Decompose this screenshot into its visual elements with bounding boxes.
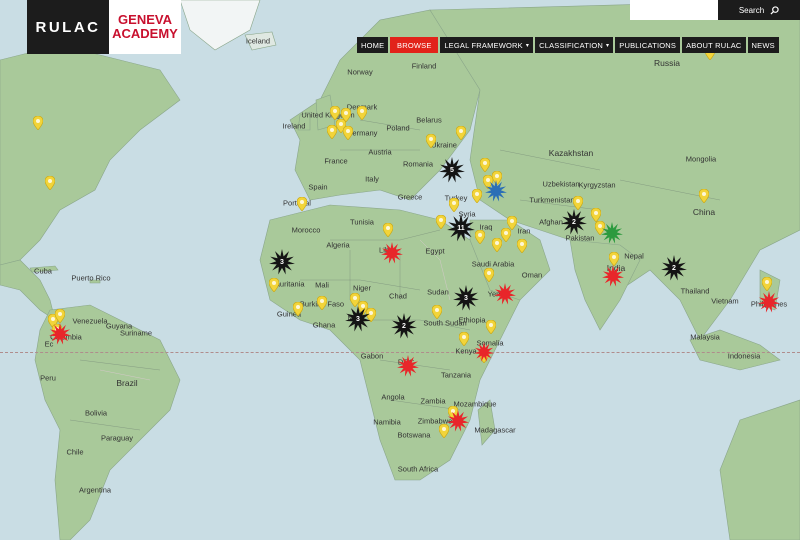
conflict-burst-icon[interactable] — [378, 239, 406, 267]
location-pin-icon[interactable] — [269, 278, 279, 292]
location-pin-icon[interactable] — [383, 223, 393, 237]
location-pin-icon[interactable] — [343, 126, 353, 140]
nav-publications[interactable]: PUBLICATIONS — [615, 37, 681, 53]
location-pin-icon[interactable] — [492, 238, 502, 252]
nav-legal-framework[interactable]: LEGAL FRAMEWORK ▾ — [440, 37, 534, 53]
conflict-burst-icon[interactable] — [598, 219, 626, 247]
nav-home-label: HOME — [361, 40, 385, 50]
conflict-burst-icon[interactable]: 3 — [344, 305, 372, 333]
conflict-burst-icon[interactable]: 3 — [452, 284, 480, 312]
location-pin-icon[interactable] — [517, 239, 527, 253]
location-pin-icon[interactable] — [45, 176, 55, 190]
search-icon — [770, 5, 779, 15]
location-pin-icon[interactable] — [330, 106, 340, 120]
conflict-count: 2 — [572, 218, 576, 226]
partner-line-2: ACADEMY — [112, 26, 178, 41]
nav-legal-framework-label: LEGAL FRAMEWORK — [444, 40, 523, 50]
nav-home[interactable]: HOME — [357, 37, 389, 53]
location-pin-icon[interactable] — [432, 305, 442, 319]
conflict-count: 2 — [672, 264, 676, 272]
conflict-burst-icon[interactable] — [482, 177, 510, 205]
geneva-academy-logo[interactable]: GENEVA ACADEMY — [109, 0, 181, 54]
conflict-burst-icon[interactable] — [470, 338, 498, 366]
conflict-count: 5 — [450, 166, 454, 174]
conflict-burst-icon[interactable]: 2 — [390, 312, 418, 340]
location-pin-icon[interactable] — [449, 198, 459, 212]
search-button[interactable]: Search — [718, 0, 800, 20]
location-pin-icon[interactable] — [480, 158, 490, 172]
main-nav: HOME BROWSE LEGAL FRAMEWORK ▾ CLASSIFICAT… — [357, 37, 779, 53]
conflict-count: 3 — [464, 294, 468, 302]
location-pin-icon[interactable] — [317, 296, 327, 310]
conflict-count: 3 — [280, 258, 284, 266]
location-pin-icon[interactable] — [456, 126, 466, 140]
conflict-burst-icon[interactable] — [755, 288, 783, 316]
location-pin-icon[interactable] — [436, 215, 446, 229]
location-pin-icon[interactable] — [293, 302, 303, 316]
conflict-count: 11 — [457, 224, 465, 232]
nav-news-label: NEWS — [751, 40, 775, 50]
location-pin-icon[interactable] — [501, 228, 511, 242]
nav-browse-label: BROWSE — [397, 40, 432, 50]
search-input[interactable] — [630, 0, 718, 20]
location-pin-icon[interactable] — [472, 189, 482, 203]
conflict-burst-icon[interactable] — [491, 280, 519, 308]
conflict-burst-icon[interactable] — [46, 320, 74, 348]
nav-about-label: ABOUT RULAC — [686, 40, 742, 50]
nav-about[interactable]: ABOUT RULAC — [682, 37, 746, 53]
conflict-burst-icon[interactable]: 2 — [660, 254, 688, 282]
chevron-down-icon: ▾ — [606, 42, 610, 49]
conflict-burst-icon[interactable] — [394, 352, 422, 380]
search-bar: Search — [630, 0, 800, 20]
conflict-count: 3 — [356, 315, 360, 323]
location-pin-icon[interactable] — [297, 197, 307, 211]
location-pin-icon[interactable] — [475, 230, 485, 244]
nav-classification[interactable]: CLASSIFICATION ▾ — [535, 37, 614, 53]
conflict-burst-icon[interactable] — [599, 262, 627, 290]
location-pin-icon[interactable] — [357, 106, 367, 120]
location-pin-icon[interactable] — [507, 216, 517, 230]
rulac-logo[interactable]: RULAC — [27, 0, 109, 54]
nav-news[interactable]: NEWS — [747, 37, 779, 53]
conflict-burst-icon[interactable]: 2 — [560, 208, 588, 236]
location-pin-icon[interactable] — [33, 116, 43, 130]
location-pin-icon[interactable] — [699, 189, 709, 203]
search-button-label: Search — [738, 5, 765, 15]
location-pin-icon[interactable] — [486, 320, 496, 334]
conflict-burst-icon[interactable]: 11 — [447, 214, 475, 242]
conflict-burst-icon[interactable] — [444, 407, 472, 435]
partner-line-1: GENEVA — [118, 12, 172, 27]
conflict-burst-icon[interactable]: 3 — [268, 248, 296, 276]
conflict-count: 2 — [402, 322, 406, 330]
chevron-down-icon: ▾ — [525, 42, 530, 49]
location-pin-icon[interactable] — [459, 332, 469, 346]
nav-browse[interactable]: BROWSE — [390, 37, 439, 53]
nav-publications-label: PUBLICATIONS — [619, 40, 677, 50]
conflict-burst-icon[interactable]: 5 — [438, 156, 466, 184]
nav-classification-label: CLASSIFICATION — [539, 40, 604, 50]
location-pin-icon[interactable] — [426, 134, 436, 148]
location-pin-icon[interactable] — [327, 125, 337, 139]
